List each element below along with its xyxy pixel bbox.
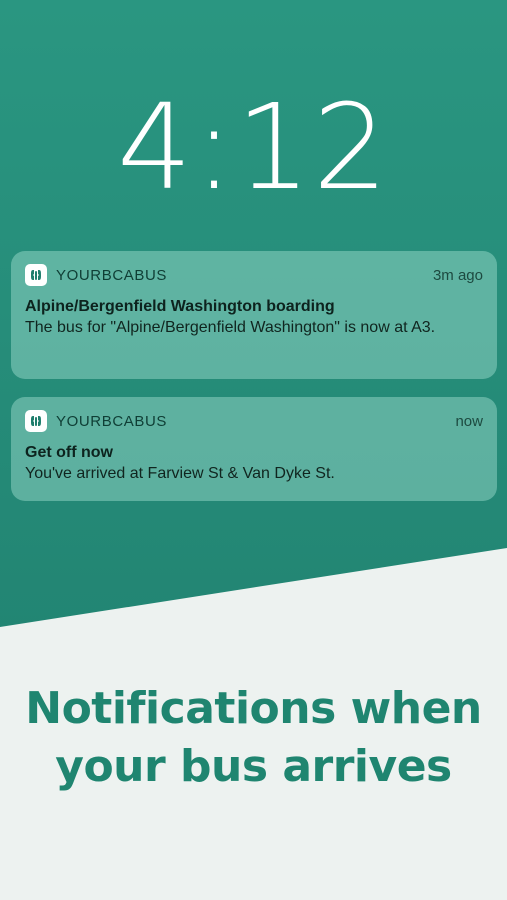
bus-logo-icon — [25, 410, 47, 432]
notification-header: YOURBCABUS now — [25, 410, 483, 432]
app-store-screenshot: 4:12 YOURBCABUS 3m ago Alpine/Bergenfiel… — [0, 0, 507, 900]
tagline-line-1: Notifications when — [25, 683, 482, 734]
notification-body: The bus for "Alpine/Bergenfield Washingt… — [25, 319, 436, 336]
lockscreen-clock: 4:12 — [117, 78, 390, 216]
notification-title: Get off now — [25, 444, 113, 461]
notification-title: Alpine/Bergenfield Washington boarding — [25, 298, 335, 315]
notification-time: now — [455, 412, 483, 430]
tagline-line-2: your bus arrives — [55, 741, 452, 792]
notification-app-name: YOURBCABUS — [56, 412, 168, 430]
notification-time: 3m ago — [432, 266, 483, 284]
marketing-tagline: Notifications when your bus arrives — [0, 680, 507, 796]
notification-card[interactable]: YOURBCABUS now Get off now You've arrive… — [11, 397, 497, 501]
notification-app-name: YOURBCABUS — [56, 266, 168, 284]
bus-logo-icon — [25, 264, 47, 286]
notification-body: You've arrived at Farview St & Van Dyke … — [25, 465, 335, 482]
notification-header: YOURBCABUS 3m ago — [25, 264, 483, 286]
notification-card[interactable]: YOURBCABUS 3m ago Alpine/Bergenfield Was… — [11, 251, 497, 379]
